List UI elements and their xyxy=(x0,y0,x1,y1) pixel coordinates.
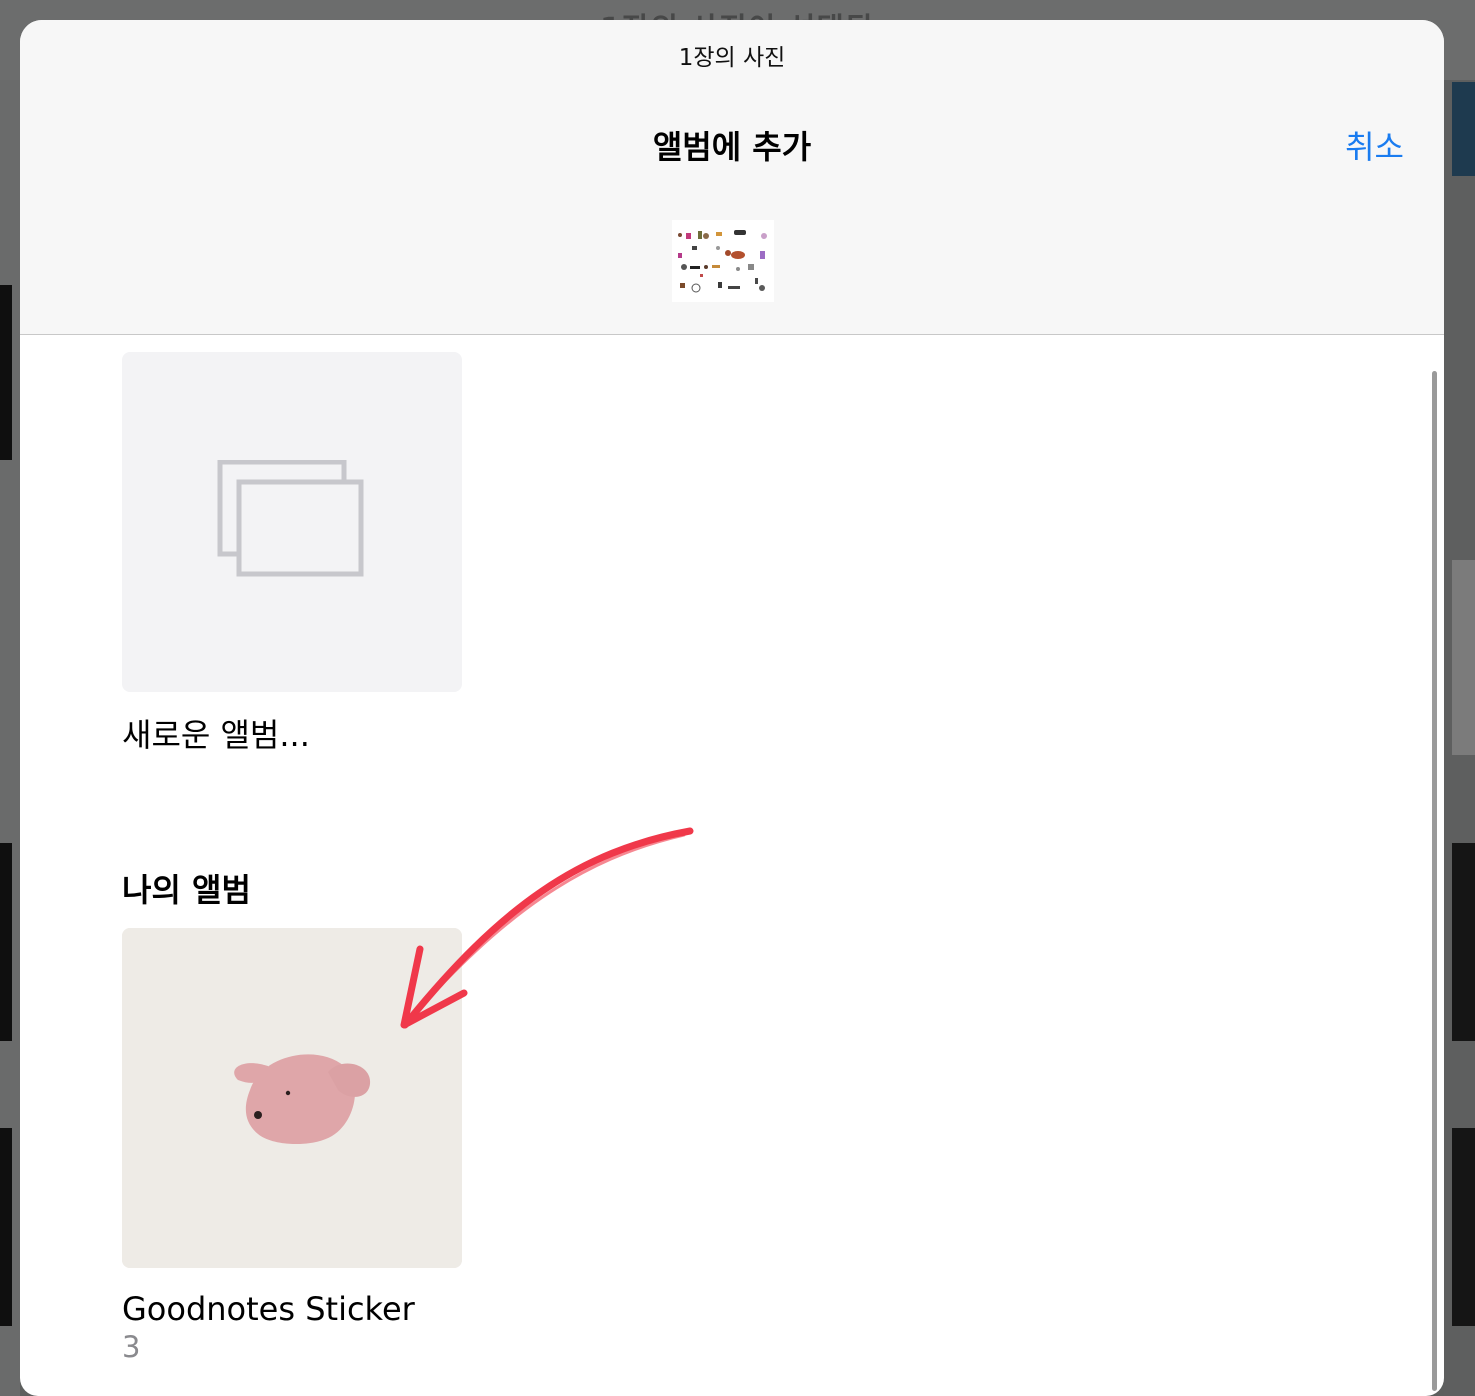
background-thumbnail xyxy=(0,1128,12,1326)
scrollbar[interactable] xyxy=(1432,371,1437,1391)
background-thumbnail xyxy=(0,285,12,460)
album-stack-icon xyxy=(217,460,364,577)
album-photo-count: 3 xyxy=(122,1330,141,1364)
add-to-album-sheet: 1장의 사진 앨범에 추가 취소 새로운 앨범... 나의 앨범 Goodnot… xyxy=(20,20,1444,1396)
album-tile-goodnotes-sticker[interactable] xyxy=(122,928,462,1268)
new-album-tile[interactable] xyxy=(122,352,462,692)
background-left-edge xyxy=(0,80,20,1396)
background-thumbnail xyxy=(1452,82,1475,176)
photo-count: 1장의 사진 xyxy=(678,45,786,71)
selected-photo-thumbnail xyxy=(672,220,774,302)
album-list[interactable]: 새로운 앨범... 나의 앨범 Goodnotes Sticker 3 xyxy=(20,335,1444,1396)
background-thumbnail xyxy=(1452,843,1475,1041)
album-cover-dog-sticker xyxy=(122,928,462,1268)
sheet-title: 앨범에 추가 xyxy=(652,128,812,166)
background-thumbnail xyxy=(0,843,12,1041)
my-albums-heading: 나의 앨범 xyxy=(122,871,251,909)
sheet-header: 1장의 사진 앨범에 추가 취소 xyxy=(20,20,1444,335)
new-album-label[interactable]: 새로운 앨범... xyxy=(122,710,310,756)
cancel-button[interactable]: 취소 xyxy=(1345,122,1404,168)
background-thumbnail xyxy=(1452,560,1475,755)
sticker-sheet-preview xyxy=(672,220,774,302)
background-right-edge xyxy=(1444,80,1475,1396)
background-thumbnail xyxy=(1452,1128,1475,1326)
album-name: Goodnotes Sticker xyxy=(122,1290,415,1328)
